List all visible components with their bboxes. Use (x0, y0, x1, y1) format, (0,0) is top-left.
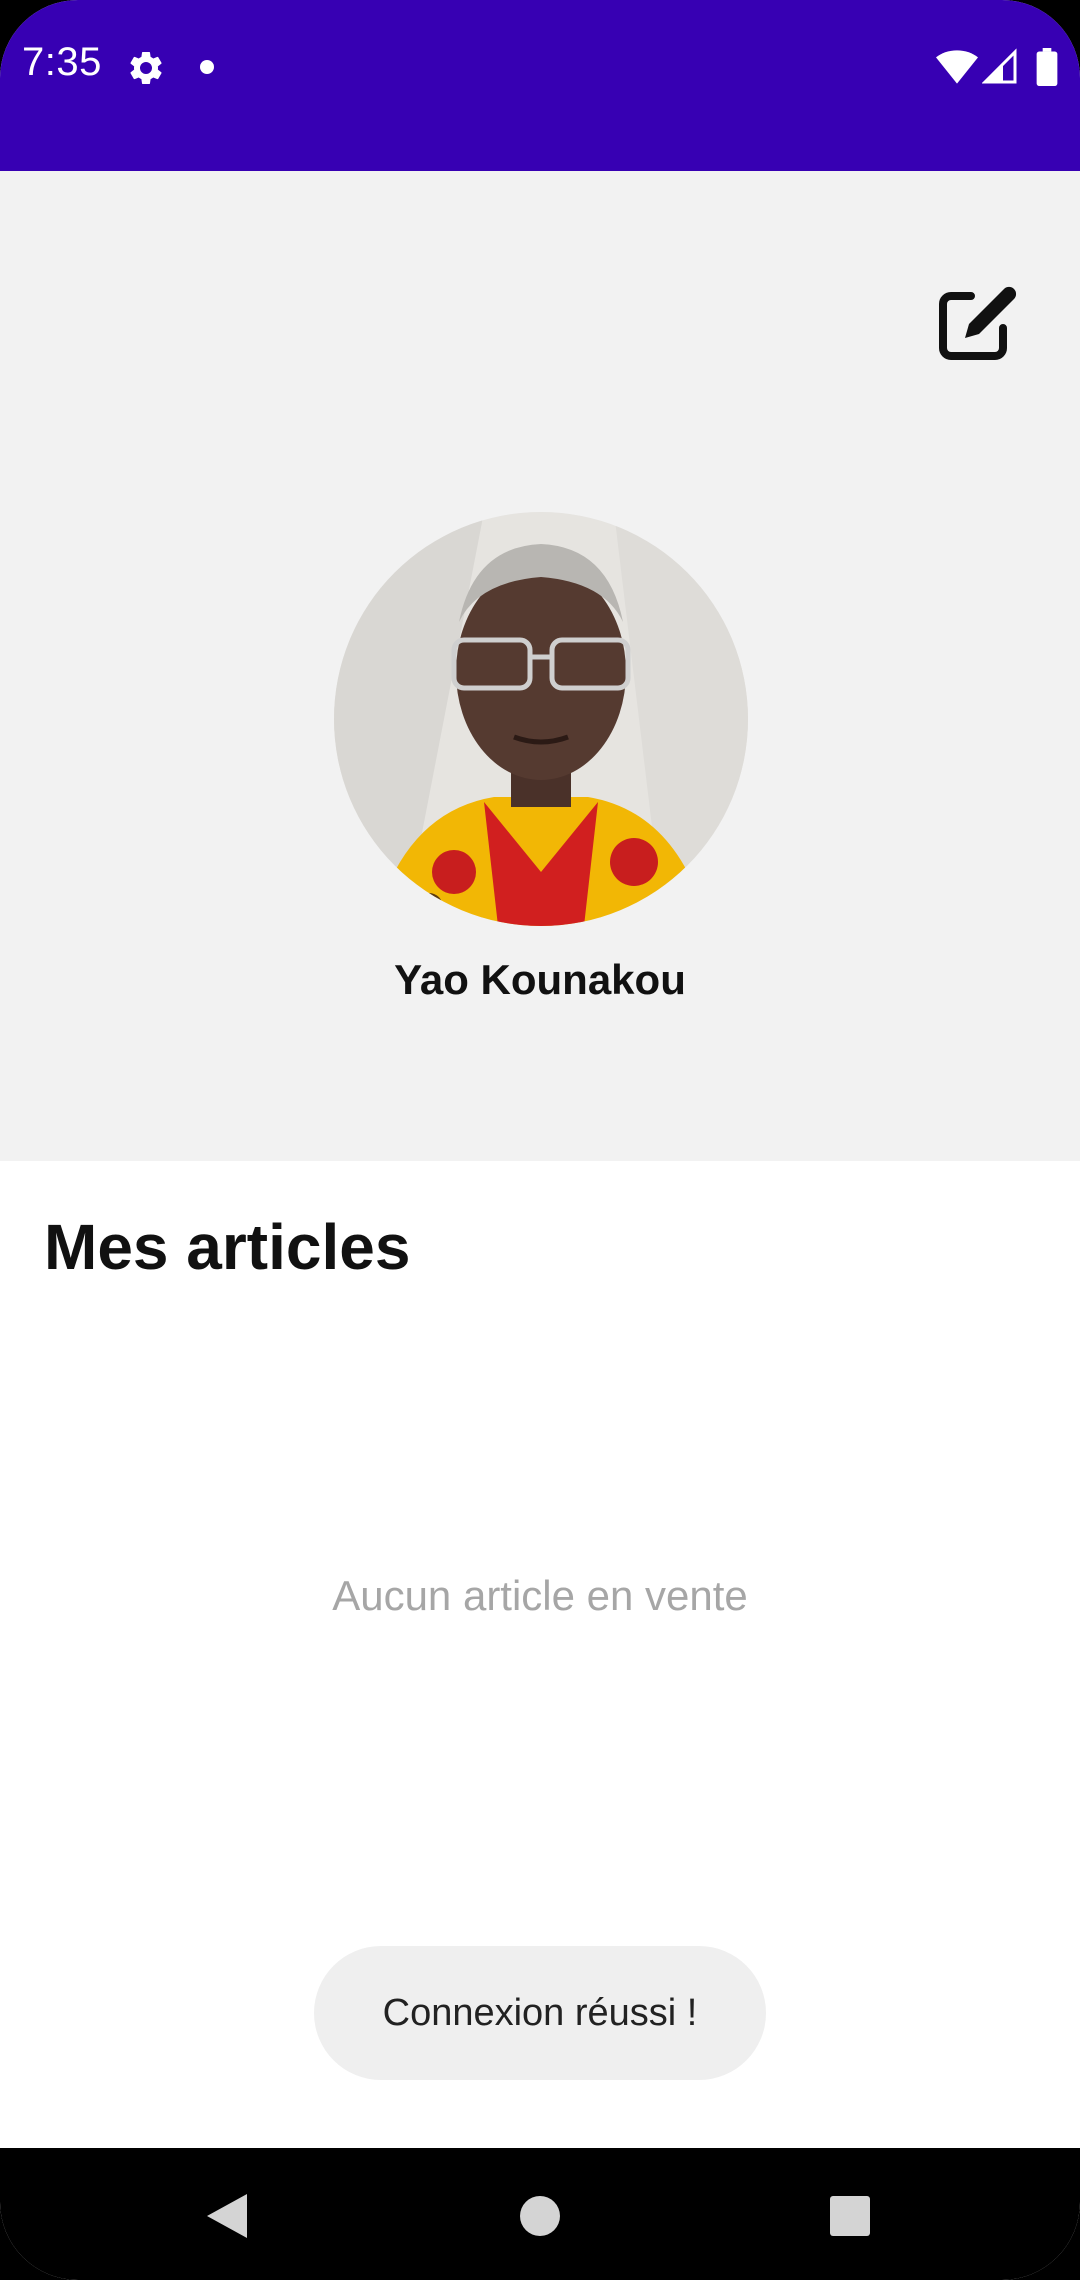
home-button[interactable] (500, 2176, 580, 2256)
status-bar: 7:35 (0, 0, 1080, 171)
navigation-bar (0, 2148, 1080, 2280)
empty-state-message: Aucun article en vente (332, 1572, 748, 1619)
recents-icon (830, 2196, 870, 2236)
section-title: Mes articles (44, 1211, 411, 1283)
edit-profile-button[interactable] (920, 271, 1030, 381)
back-button[interactable] (186, 2176, 266, 2256)
gear-icon (130, 51, 162, 84)
profile-photo (334, 512, 748, 926)
wifi-icon (936, 50, 978, 84)
profile-header: Yao Kounakou (0, 171, 1080, 1161)
battery-icon (1036, 48, 1058, 86)
notification-dot-icon (200, 60, 214, 74)
back-icon (207, 2194, 247, 2238)
signal-icon (982, 48, 1017, 84)
profile-name: Yao Kounakou (394, 956, 686, 1003)
app-screen: 7:35 Yao Kounakou Mes articles Aucun art… (0, 0, 1080, 2280)
recents-button[interactable] (810, 2176, 890, 2256)
toast-message: Connexion réussi ! (314, 1946, 766, 2080)
status-time: 7:35 (22, 40, 102, 84)
edit-icon (939, 286, 1017, 360)
home-icon (520, 2196, 560, 2236)
avatar (334, 512, 748, 926)
